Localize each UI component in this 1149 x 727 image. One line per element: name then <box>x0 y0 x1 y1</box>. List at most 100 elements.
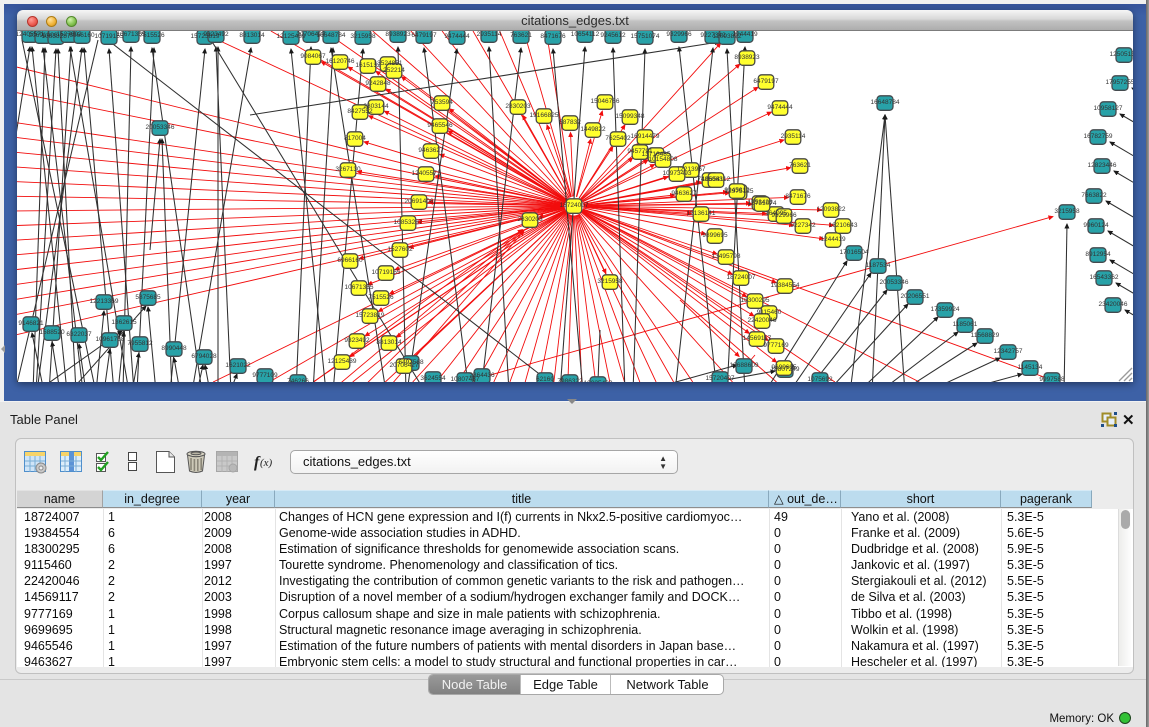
svg-text:(x): (x) <box>260 457 273 469</box>
svg-text:1244419: 1244419 <box>820 236 846 243</box>
svg-text:8990448: 8990448 <box>161 345 187 352</box>
svg-text:763621: 763621 <box>789 162 811 169</box>
svg-text:1621022: 1621022 <box>225 362 251 369</box>
svg-text:6322037: 6322037 <box>66 331 92 338</box>
svg-text:6479197: 6479197 <box>753 78 779 85</box>
svg-text:9474444: 9474444 <box>444 33 470 40</box>
svg-text:9245612: 9245612 <box>724 187 750 194</box>
svg-text:763621: 763621 <box>510 32 532 39</box>
svg-text:16543362: 16543362 <box>1090 274 1119 281</box>
svg-text:10853287: 10853287 <box>394 219 423 226</box>
svg-text:12405571: 12405571 <box>412 170 441 177</box>
svg-text:3624554: 3624554 <box>420 375 446 382</box>
svg-text:9777109: 9777109 <box>252 372 278 379</box>
svg-text:20691406: 20691406 <box>405 198 434 205</box>
svg-text:6966160: 6966160 <box>337 257 363 264</box>
svg-text:3215958: 3215958 <box>597 278 623 285</box>
svg-text:3215958: 3215958 <box>350 33 376 40</box>
svg-text:16210643: 16210643 <box>829 222 858 229</box>
svg-text:2935114: 2935114 <box>781 133 806 140</box>
svg-text:15046766: 15046766 <box>591 98 620 105</box>
svg-text:9227342: 9227342 <box>790 222 816 229</box>
svg-text:10025433: 10025433 <box>584 380 613 382</box>
svg-text:7986322: 7986322 <box>557 378 583 382</box>
svg-text:16648784: 16648784 <box>317 32 346 39</box>
svg-text:9699695: 9699695 <box>771 364 797 371</box>
svg-text:817004: 817004 <box>344 135 366 142</box>
svg-text:1145134: 1145134 <box>1018 364 1043 371</box>
svg-text:10961768: 10961768 <box>96 336 125 343</box>
svg-text:13524851: 13524851 <box>374 60 403 67</box>
svg-text:252214: 252214 <box>383 67 405 74</box>
svg-text:9474444: 9474444 <box>767 104 793 111</box>
svg-text:6479197: 6479197 <box>411 32 437 39</box>
svg-text:12342757: 12342757 <box>994 348 1023 355</box>
svg-text:11568829: 11568829 <box>971 332 1000 339</box>
svg-text:9146821: 9146821 <box>18 320 44 327</box>
svg-text:6966160: 6966160 <box>69 32 95 39</box>
svg-text:8813014: 8813014 <box>376 339 402 346</box>
svg-text:22420046: 22420046 <box>748 317 777 324</box>
svg-text:62160: 62160 <box>536 376 554 382</box>
svg-text:7515526: 7515526 <box>368 294 394 301</box>
svg-text:9242848: 9242848 <box>365 80 391 87</box>
svg-text:10654112: 10654112 <box>571 31 600 38</box>
svg-text:15751074: 15751074 <box>631 33 660 40</box>
svg-text:15136141: 15136141 <box>687 210 716 217</box>
svg-text:18724007: 18724007 <box>727 274 756 281</box>
svg-text:3215958: 3215958 <box>1054 208 1080 215</box>
svg-text:9463627: 9463627 <box>418 147 444 154</box>
svg-text:1187534: 1187534 <box>866 262 891 269</box>
svg-text:12213369: 12213369 <box>90 298 119 305</box>
svg-text:8813014: 8813014 <box>239 32 265 39</box>
svg-text:8938923: 8938923 <box>734 54 760 61</box>
svg-text:17957255: 17957255 <box>1106 79 1133 86</box>
svg-text:9329966: 9329966 <box>771 212 797 219</box>
svg-text:20053346: 20053346 <box>880 279 909 286</box>
svg-text:1244419: 1244419 <box>732 31 758 38</box>
svg-text:14569117: 14569117 <box>743 335 772 342</box>
svg-text:3267130: 3267130 <box>335 166 361 173</box>
svg-text:753594: 753594 <box>431 99 453 106</box>
svg-text:17359924: 17359924 <box>931 306 960 313</box>
svg-text:23420046: 23420046 <box>1099 301 1128 308</box>
svg-text:10973493: 10973493 <box>663 170 692 177</box>
svg-text:9329966: 9329966 <box>666 31 692 38</box>
svg-text:17016504: 17016504 <box>840 249 869 256</box>
svg-text:8471676: 8471676 <box>785 193 811 200</box>
svg-text:9115460: 9115460 <box>757 309 782 316</box>
svg-text:2830203: 2830203 <box>505 103 531 110</box>
svg-text:8427552: 8427552 <box>347 108 373 115</box>
svg-text:1449822: 1449822 <box>580 126 606 133</box>
svg-text:12823446: 12823446 <box>1088 162 1117 169</box>
svg-text:12093822: 12093822 <box>817 206 846 213</box>
svg-text:9245612: 9245612 <box>600 32 626 39</box>
svg-text:16648784: 16648784 <box>871 99 900 106</box>
svg-text:18724007: 18724007 <box>560 202 589 209</box>
svg-text:1075692: 1075692 <box>807 376 833 382</box>
svg-text:20053346: 20053346 <box>146 124 175 131</box>
svg-text:10688609: 10688609 <box>730 362 759 369</box>
svg-text:20206551: 20206551 <box>901 293 930 300</box>
svg-text:19166825: 19166825 <box>530 112 559 119</box>
svg-text:10719155: 10719155 <box>372 269 401 276</box>
svg-text:1588520: 1588520 <box>39 329 65 336</box>
svg-text:8938923: 8938923 <box>385 31 411 38</box>
svg-text:18300295: 18300295 <box>741 297 770 304</box>
svg-text:1362615: 1362615 <box>111 319 137 326</box>
svg-text:9084067: 9084067 <box>300 53 326 60</box>
svg-text:9323492: 9323492 <box>203 31 229 38</box>
svg-text:887832: 887832 <box>559 119 581 126</box>
svg-text:9960124: 9960124 <box>1083 222 1109 229</box>
svg-text:1527602: 1527602 <box>387 246 413 253</box>
svg-text:2830203: 2830203 <box>517 216 543 223</box>
svg-text:12505135: 12505135 <box>1110 51 1133 58</box>
svg-text:16120746: 16120746 <box>326 58 355 65</box>
svg-text:9463627: 9463627 <box>671 190 697 197</box>
svg-text:2935114: 2935114 <box>477 31 502 38</box>
svg-text:6794028: 6794028 <box>191 353 217 360</box>
svg-text:12125439: 12125439 <box>328 358 357 365</box>
svg-text:9465546: 9465546 <box>427 122 453 129</box>
svg-text:16914479: 16914479 <box>631 133 660 140</box>
svg-text:10654112: 10654112 <box>702 176 731 183</box>
